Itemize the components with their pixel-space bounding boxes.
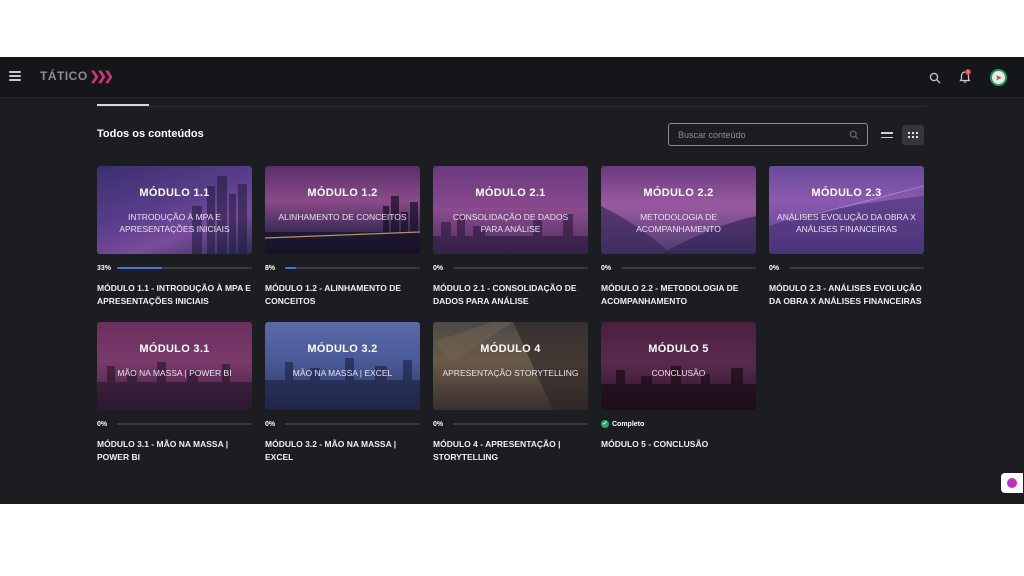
progress-bar [285,423,420,425]
progress-bar [117,267,252,269]
progress-row: 0% [433,264,588,272]
module-thumb-subtitle: CONSOLIDAÇÃO DE DADOS PARA ANÁLISE [452,212,569,234]
check-circle-icon: ✓ [601,420,609,428]
progress-bar [789,267,924,269]
logo-text: TÁTICO [40,69,88,83]
module-thumb-subtitle: MÃO NA MASSA | POWER BI [117,368,232,378]
module-thumb-subtitle: APRESENTAÇÃO STORYTELLING [442,368,579,378]
module-thumb-title: MÓDULO 5 [648,343,709,355]
module-thumb-subtitle: INTRODUÇÃO À MPA E APRESENTAÇÕES INICIAI… [119,212,230,234]
module-thumb-title: MÓDULO 1.2 [307,187,378,199]
module-title[interactable]: MÓDULO 3.1 - MÃO NA MASSA | POWER BI [97,438,255,464]
module-card[interactable]: MÓDULO 5 CONCLUSÃO ✓ Completo MÓDULO 5 -… [601,322,756,449]
status-label: Completo [612,420,645,428]
module-thumbnail[interactable]: MÓDULO 2.2 METODOLOGIA DE ACOMPANHAMENTO [601,166,756,254]
module-card[interactable]: MÓDULO 3.1 MÃO NA MASSA | POWER BI 0% MÓ… [97,322,252,462]
module-thumbnail[interactable]: MÓDULO 3.2 MÃO NA MASSA | EXCEL [265,322,420,410]
chevrons-logo-icon: ❯❯❯ [89,69,114,83]
progress-percent: 0% [769,264,780,272]
module-thumbnail[interactable]: MÓDULO 5 CONCLUSÃO [601,322,756,410]
completed-status: ✓ Completo [601,420,644,428]
module-thumbnail[interactable]: MÓDULO 2.1 CONSOLIDAÇÃO DE DADOS PARA AN… [433,166,588,254]
progress-row: 0% [433,420,588,428]
module-card[interactable]: MÓDULO 2.2 METODOLOGIA DE ACOMPANHAMENTO… [601,166,756,306]
progress-row: 0% [769,264,924,272]
progress-bar [453,423,588,425]
module-title[interactable]: MÓDULO 4 - APRESENTAÇÃO | STORYTELLING [433,438,591,464]
progress-percent: 0% [433,264,444,272]
avatar[interactable]: ➤ [990,69,1007,86]
progress-percent: 33% [97,264,112,272]
module-thumb-title: MÓDULO 3.1 [139,343,210,355]
chat-bubble-icon [1007,478,1017,488]
progress-row: 0% [601,264,756,272]
module-card[interactable]: MÓDULO 2.3 ANÁLISES EVOLUÇÃO DA OBRA X A… [769,166,924,306]
module-title[interactable]: MÓDULO 5 - CONCLUSÃO [601,438,759,451]
module-title[interactable]: MÓDULO 3.2 - MÃO NA MASSA | EXCEL [265,438,423,464]
progress-row: 8% [265,264,420,272]
module-thumbnail[interactable]: MÓDULO 3.1 MÃO NA MASSA | POWER BI [97,322,252,410]
module-card[interactable]: MÓDULO 2.1 CONSOLIDAÇÃO DE DADOS PARA AN… [433,166,588,306]
help-widget-button[interactable] [1001,473,1023,493]
module-thumb-title: MÓDULO 4 [480,343,541,355]
module-title[interactable]: MÓDULO 1.1 - INTRODUÇÃO À MPA E APRESENT… [97,282,255,308]
hamburger-menu-icon[interactable] [9,71,21,83]
tab-divider [97,106,927,107]
progress-percent: 0% [265,420,276,428]
module-thumb-title: MÓDULO 1.1 [139,187,210,199]
app-window: TÁTICO ❯❯❯ 1 ➤ Todos os conteúdos Buscar… [0,57,1024,504]
logo[interactable]: TÁTICO ❯❯❯ [40,69,114,83]
module-card[interactable]: MÓDULO 1.1 INTRODUÇÃO À MPA E APRESENTAÇ… [97,166,252,306]
progress-row: 0% [97,420,252,428]
progress-bar [453,267,588,269]
module-card[interactable]: MÓDULO 1.2 ALINHAMENTO DE CONCEITOS 8% M… [265,166,420,306]
module-title[interactable]: MÓDULO 2.3 - ANÁLISES EVOLUÇÃO DA OBRA X… [769,282,927,308]
module-thumbnail[interactable]: MÓDULO 2.3 ANÁLISES EVOLUÇÃO DA OBRA X A… [769,166,924,254]
progress-bar [621,267,756,269]
module-thumbnail[interactable]: MÓDULO 1.2 ALINHAMENTO DE CONCEITOS [265,166,420,254]
notification-badge: 1 [965,69,971,75]
module-thumbnail[interactable]: MÓDULO 1.1 INTRODUÇÃO À MPA E APRESENTAÇ… [97,166,252,254]
search-icon[interactable] [929,72,941,84]
grid-view-icon[interactable] [902,125,924,145]
progress-percent: 0% [97,420,108,428]
progress-row: 0% [265,420,420,428]
progress-percent: 0% [433,420,444,428]
list-view-icon[interactable] [876,125,898,145]
progress-fill [117,267,162,269]
module-thumb-subtitle: CONCLUSÃO [651,368,706,378]
progress-percent: 0% [601,264,612,272]
search-input[interactable] [669,124,839,145]
module-card[interactable]: MÓDULO 4 APRESENTAÇÃO STORYTELLING 0% MÓ… [433,322,588,462]
module-thumb-subtitle: ALINHAMENTO DE CONCEITOS [278,212,407,222]
module-title[interactable]: MÓDULO 2.2 - METODOLOGIA DE ACOMPANHAMEN… [601,282,759,308]
module-thumbnail[interactable]: MÓDULO 4 APRESENTAÇÃO STORYTELLING [433,322,588,410]
progress-bar [285,267,420,269]
avatar-chevron-icon: ➤ [995,74,1002,82]
module-card[interactable]: MÓDULO 3.2 MÃO NA MASSA | EXCEL 0% MÓDUL… [265,322,420,462]
search-field[interactable] [668,123,868,146]
section-title: Todos os conteúdos [97,128,204,140]
top-bar: TÁTICO ❯❯❯ 1 ➤ [0,57,1024,98]
progress-bar [117,423,252,425]
module-thumb-subtitle: MÃO NA MASSA | EXCEL [292,368,393,378]
module-thumb-title: MÓDULO 2.3 [811,187,882,199]
progress-row: ✓ Completo [601,420,756,428]
module-title[interactable]: MÓDULO 2.1 - CONSOLIDAÇÃO DE DADOS PARA … [433,282,591,308]
progress-percent: 8% [265,264,276,272]
search-icon[interactable] [849,130,859,140]
progress-row: 33% [97,264,252,272]
module-title[interactable]: MÓDULO 1.2 - ALINHAMENTO DE CONCEITOS [265,282,423,308]
progress-fill [285,267,296,269]
module-thumb-subtitle: METODOLOGIA DE ACOMPANHAMENTO [636,212,721,234]
module-thumb-title: MÓDULO 3.2 [307,343,378,355]
module-thumb-subtitle: ANÁLISES EVOLUÇÃO DA OBRA X ANÁLISES FIN… [777,212,916,234]
module-thumb-title: MÓDULO 2.1 [475,187,546,199]
module-thumb-title: MÓDULO 2.2 [643,187,714,199]
